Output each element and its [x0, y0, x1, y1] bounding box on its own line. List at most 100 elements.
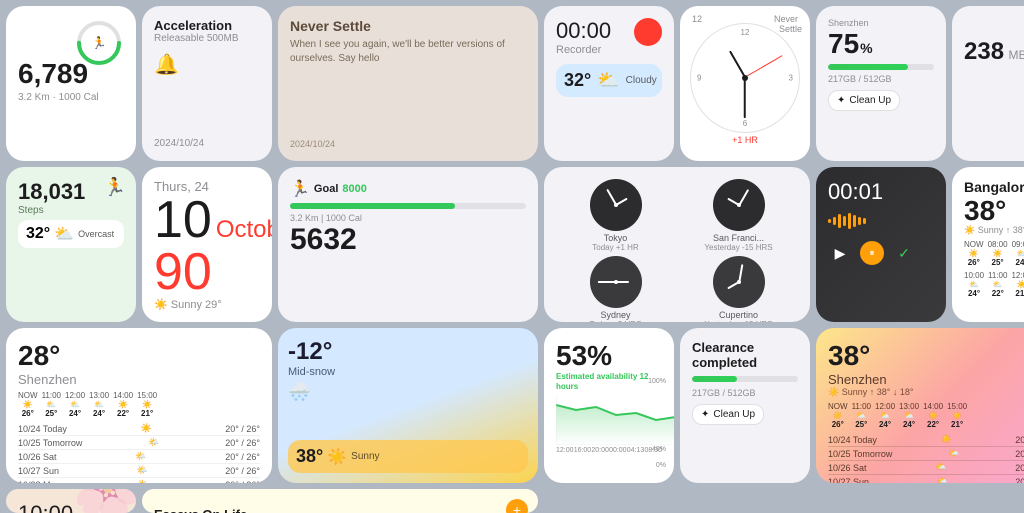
- forecast-icon: 🌤️: [148, 437, 159, 448]
- warm-condition: Sunny: [351, 451, 379, 462]
- h-temp: 21°: [141, 409, 153, 418]
- clock-diff: +1 HR: [732, 135, 758, 145]
- time-label: 20:00: [591, 447, 609, 454]
- warm-temp: 38°: [296, 446, 323, 467]
- forecast-range: 20° / 26°: [225, 466, 260, 476]
- battery-avail-label: Estimated availability 12 hours: [556, 372, 662, 391]
- forecast-row: 10/26 Sat🌤️20° / 26°: [18, 450, 260, 464]
- cal-weather-label: Sunny: [171, 299, 202, 311]
- clock-cupertino: Cupertino Yesterday -15 HRS: [679, 256, 798, 322]
- clock-diff-cupertino: Yesterday -15 HRS: [704, 320, 772, 322]
- hour-icon: ☀️: [993, 249, 1003, 258]
- clock-tokyo: Tokyo Today +1 HR: [556, 179, 675, 252]
- sun-icon-blr: ☀️: [964, 225, 975, 235]
- accel-subtitle: Releasable 500MB: [154, 33, 260, 44]
- h-icon: ☀️: [23, 400, 33, 409]
- wave-bar: [863, 218, 866, 224]
- flower-decoration: 🌸: [61, 489, 136, 513]
- weather-bangalore-widget: Bangalore 38° ☀️ Sunny ↑ 38° ↓ 18° NOW ☀…: [952, 167, 1024, 322]
- notes-widget: + Essays On Life Allison 2024/10/24 10:0…: [142, 489, 538, 513]
- cal-day1: 10: [154, 194, 212, 246]
- storage-75-widget: Shenzhen 75 % 217GB / 512GB ✦ Clean Up: [816, 6, 946, 161]
- steps-weather: 32° ⛅ Overcast: [18, 220, 124, 248]
- fr-day: 10/27 Sun: [828, 477, 869, 484]
- podcast-play-button[interactable]: ▶: [828, 241, 852, 265]
- h-time: 15:00: [137, 391, 157, 400]
- fr-day: 10/26 Sat: [828, 463, 867, 473]
- weather-shenzhen-right-widget: 38° Shenzhen ☀️ Sunny ↑ 38° ↓ 18° NOW☀️2…: [816, 328, 1024, 483]
- pct-label-40: 40%: [652, 446, 666, 453]
- blr-range: ↑ 38° ↓ 18°: [1006, 225, 1024, 235]
- time-label: 16:00: [574, 447, 592, 454]
- cal-month: October: [216, 218, 272, 242]
- never-settle-title: Never Settle: [290, 18, 526, 34]
- storage-percent: 75: [828, 28, 859, 60]
- steps-weather-desc: Overcast: [78, 229, 114, 239]
- fr-range: 20° / 26°: [1015, 463, 1024, 473]
- podcast-check-button[interactable]: ✓: [892, 241, 916, 265]
- forecast-day: 10/25 Tomorrow: [18, 438, 82, 448]
- clock-center: [742, 75, 748, 81]
- forecast-range: 20° / 26°: [225, 438, 260, 448]
- forecast-icon: 🌤️: [137, 479, 148, 483]
- shenzhen-l-hourly: NOW☀️26° 11:00⛅25° 12:00⛅24° 13:00⛅24° 1…: [18, 391, 260, 418]
- wave-bar: [858, 217, 861, 225]
- time-label: 00:00: [609, 447, 627, 454]
- blr-temp: 38°: [964, 195, 1024, 227]
- h-time-r: 11:00: [852, 402, 871, 411]
- podcast-pause-button[interactable]: ⏸: [860, 241, 884, 265]
- hour-temp: 24°: [1016, 258, 1024, 267]
- hour-time: 11:00: [988, 271, 1007, 280]
- clearance-title: Clearance completed: [692, 340, 798, 370]
- hour-temp: 22°: [992, 289, 1004, 298]
- clock-face-sydney: [590, 256, 642, 308]
- shenzhen-r-range: ↑ 38° ↓ 18°: [870, 387, 914, 397]
- hour-time: NOW: [964, 240, 984, 249]
- h-icon: ⛅: [46, 400, 56, 409]
- hour-time: 08:00: [988, 240, 1008, 249]
- record-button[interactable]: [634, 18, 662, 46]
- acceleration-widget: Acceleration Releasable 500MB 🔔 2024/10/…: [142, 6, 272, 161]
- warm-section: 38° ☀️ Sunny: [288, 440, 528, 473]
- shenzhen-r-condition: ☀️ Sunny ↑ 38° ↓ 18°: [828, 387, 1024, 398]
- cal-temp: 29°: [205, 299, 222, 311]
- wave-bar: [843, 216, 846, 226]
- h-icon: ☀️: [118, 400, 128, 409]
- calendar-widget: Thurs, 24 10 October 90 ☀️ Sunny 29°: [142, 167, 272, 322]
- wave-bar: [828, 219, 831, 223]
- ram-widget: 🔵 238 MB: [952, 6, 1024, 161]
- svg-text:🏃: 🏃: [92, 36, 107, 50]
- wave-bar: [833, 217, 836, 225]
- forecast-row-r: 10/27 Sun🌤️20° / 26°: [828, 475, 1024, 483]
- clean-up-button[interactable]: ✦ Clean Up: [828, 90, 900, 111]
- forecast-range: 20° / 26°: [225, 480, 260, 484]
- activity-ring: 🏃: [74, 18, 124, 68]
- h-time-r: 12:00: [875, 402, 895, 411]
- clock-grid: Tokyo Today +1 HR San Franci... Yesterda…: [556, 179, 798, 322]
- clock-face: 12 3 6 9: [690, 23, 800, 133]
- h-temp: 24°: [93, 409, 105, 418]
- recorder-widget: 00:00 Recorder 32° ⛅ Cloudy: [544, 6, 674, 161]
- hour-temp: 24°: [968, 289, 980, 298]
- blr-city: Bangalore: [964, 179, 1024, 195]
- blr-condition-text: Sunny: [978, 225, 1004, 235]
- hour-icon: ⛅: [993, 280, 1003, 289]
- forecast-day: 10/28 Mon: [18, 480, 61, 484]
- steps-label: Steps: [18, 205, 124, 216]
- h-icon: ⛅: [94, 400, 104, 409]
- snow-temp: -12°: [288, 338, 528, 366]
- clock-diff-sf: Yesterday -15 HRS: [704, 243, 772, 252]
- fitness-progress-fill: [290, 203, 455, 209]
- h-icon-r: ⛅: [856, 411, 866, 420]
- hour-icon: ☀️: [1017, 280, 1024, 289]
- battery-widget: 53% Estimated availability 12 hours 12:0…: [544, 328, 674, 483]
- clock-diff-tokyo: Today +1 HR: [592, 243, 638, 252]
- clearance-bar-fill: [692, 376, 737, 382]
- fitness-steps: 5632: [290, 223, 526, 257]
- clearance-clean-button[interactable]: ✦ Clean Up: [692, 404, 764, 425]
- h-time: NOW: [18, 391, 38, 400]
- shenzhen-r-cond-text: Sunny: [842, 387, 868, 397]
- note-title-1: Essays On Life: [154, 507, 526, 513]
- fr-range: 20° / 26°: [1015, 477, 1024, 484]
- h-icon-r: ☀️: [833, 411, 843, 420]
